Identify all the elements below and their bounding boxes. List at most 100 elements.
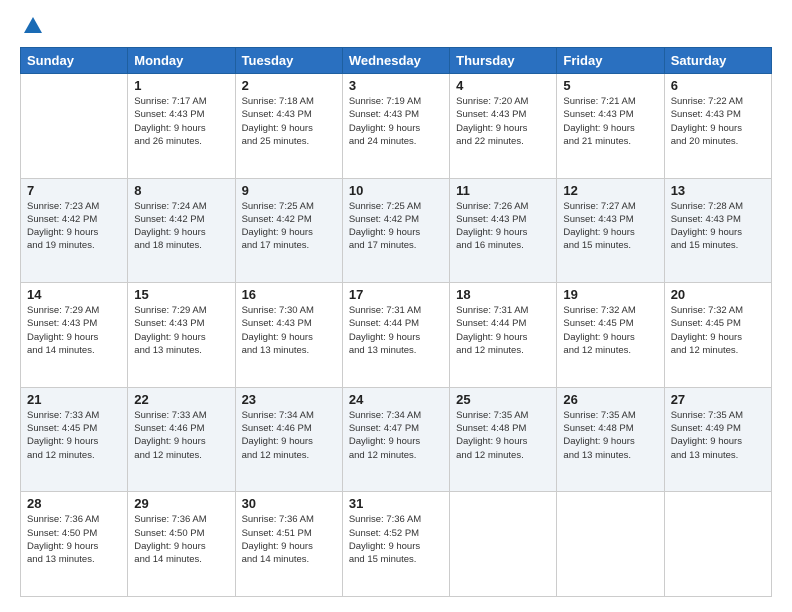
calendar-cell: 28 Sunrise: 7:36 AM Sunset: 4:50 PM Dayli… — [21, 492, 128, 597]
day-info: Sunrise: 7:35 AM Sunset: 4:48 PM Dayligh… — [563, 409, 657, 462]
day-number: 13 — [671, 183, 765, 198]
day-info: Sunrise: 7:28 AM Sunset: 4:43 PM Dayligh… — [671, 200, 765, 253]
day-number: 23 — [242, 392, 336, 407]
calendar-cell: 5 Sunrise: 7:21 AM Sunset: 4:43 PM Daylig… — [557, 74, 664, 179]
day-info: Sunrise: 7:36 AM Sunset: 4:51 PM Dayligh… — [242, 513, 336, 566]
calendar-week-2: 7 Sunrise: 7:23 AM Sunset: 4:42 PM Daylig… — [21, 178, 772, 283]
day-number: 10 — [349, 183, 443, 198]
calendar-cell — [21, 74, 128, 179]
day-info: Sunrise: 7:18 AM Sunset: 4:43 PM Dayligh… — [242, 95, 336, 148]
day-info: Sunrise: 7:29 AM Sunset: 4:43 PM Dayligh… — [27, 304, 121, 357]
calendar-cell: 15 Sunrise: 7:29 AM Sunset: 4:43 PM Dayli… — [128, 283, 235, 388]
calendar-cell: 11 Sunrise: 7:26 AM Sunset: 4:43 PM Dayli… — [450, 178, 557, 283]
day-number: 7 — [27, 183, 121, 198]
column-header-tuesday: Tuesday — [235, 48, 342, 74]
day-number: 19 — [563, 287, 657, 302]
calendar-cell: 24Sunrise: 7:34 AM Sunset: 4:47 PM Dayli… — [342, 387, 449, 492]
column-header-thursday: Thursday — [450, 48, 557, 74]
day-number: 20 — [671, 287, 765, 302]
calendar-cell — [557, 492, 664, 597]
calendar-cell: 29 Sunrise: 7:36 AM Sunset: 4:50 PM Dayli… — [128, 492, 235, 597]
day-info: Sunrise: 7:31 AM Sunset: 4:44 PM Dayligh… — [349, 304, 443, 357]
calendar-cell: 18 Sunrise: 7:31 AM Sunset: 4:44 PM Dayli… — [450, 283, 557, 388]
calendar-cell: 12 Sunrise: 7:27 AM Sunset: 4:43 PM Dayli… — [557, 178, 664, 283]
calendar-cell: 30 Sunrise: 7:36 AM Sunset: 4:51 PM Dayli… — [235, 492, 342, 597]
calendar-cell: 22 Sunrise: 7:33 AM Sunset: 4:46 PM Dayli… — [128, 387, 235, 492]
day-number: 30 — [242, 496, 336, 511]
day-number: 28 — [27, 496, 121, 511]
day-info: Sunrise: 7:23 AM Sunset: 4:42 PM Dayligh… — [27, 200, 121, 253]
day-number: 29 — [134, 496, 228, 511]
calendar-cell: 9Sunrise: 7:25 AM Sunset: 4:42 PM Daylig… — [235, 178, 342, 283]
day-number: 5 — [563, 78, 657, 93]
day-info: Sunrise: 7:36 AM Sunset: 4:50 PM Dayligh… — [27, 513, 121, 566]
day-number: 1 — [134, 78, 228, 93]
day-info: Sunrise: 7:21 AM Sunset: 4:43 PM Dayligh… — [563, 95, 657, 148]
calendar-cell: 1 Sunrise: 7:17 AM Sunset: 4:43 PM Daylig… — [128, 74, 235, 179]
day-number: 4 — [456, 78, 550, 93]
day-info: Sunrise: 7:22 AM Sunset: 4:43 PM Dayligh… — [671, 95, 765, 148]
day-number: 11 — [456, 183, 550, 198]
day-number: 21 — [27, 392, 121, 407]
calendar-cell: 21 Sunrise: 7:33 AM Sunset: 4:45 PM Dayli… — [21, 387, 128, 492]
logo-icon — [22, 15, 44, 37]
day-number: 17 — [349, 287, 443, 302]
day-info: Sunrise: 7:35 AM Sunset: 4:48 PM Dayligh… — [456, 409, 550, 462]
calendar-cell: 25Sunrise: 7:35 AM Sunset: 4:48 PM Dayli… — [450, 387, 557, 492]
calendar-cell: 6Sunrise: 7:22 AM Sunset: 4:43 PM Daylig… — [664, 74, 771, 179]
day-info: Sunrise: 7:34 AM Sunset: 4:47 PM Dayligh… — [349, 409, 443, 462]
column-header-saturday: Saturday — [664, 48, 771, 74]
column-header-wednesday: Wednesday — [342, 48, 449, 74]
calendar-cell: 13 Sunrise: 7:28 AM Sunset: 4:43 PM Dayli… — [664, 178, 771, 283]
column-header-friday: Friday — [557, 48, 664, 74]
day-info: Sunrise: 7:17 AM Sunset: 4:43 PM Dayligh… — [134, 95, 228, 148]
day-number: 2 — [242, 78, 336, 93]
day-info: Sunrise: 7:36 AM Sunset: 4:50 PM Dayligh… — [134, 513, 228, 566]
day-info: Sunrise: 7:26 AM Sunset: 4:43 PM Dayligh… — [456, 200, 550, 253]
day-number: 8 — [134, 183, 228, 198]
logo — [20, 15, 44, 37]
calendar-cell: 7 Sunrise: 7:23 AM Sunset: 4:42 PM Daylig… — [21, 178, 128, 283]
day-number: 15 — [134, 287, 228, 302]
day-number: 31 — [349, 496, 443, 511]
calendar-week-3: 14 Sunrise: 7:29 AM Sunset: 4:43 PM Dayli… — [21, 283, 772, 388]
calendar-cell: 16 Sunrise: 7:30 AM Sunset: 4:43 PM Dayli… — [235, 283, 342, 388]
calendar-week-4: 21 Sunrise: 7:33 AM Sunset: 4:45 PM Dayli… — [21, 387, 772, 492]
day-info: Sunrise: 7:33 AM Sunset: 4:46 PM Dayligh… — [134, 409, 228, 462]
calendar-cell: 2 Sunrise: 7:18 AM Sunset: 4:43 PM Daylig… — [235, 74, 342, 179]
day-info: Sunrise: 7:30 AM Sunset: 4:43 PM Dayligh… — [242, 304, 336, 357]
calendar-cell: 23 Sunrise: 7:34 AM Sunset: 4:46 PM Dayli… — [235, 387, 342, 492]
calendar-cell: 19 Sunrise: 7:32 AM Sunset: 4:45 PM Dayli… — [557, 283, 664, 388]
column-header-monday: Monday — [128, 48, 235, 74]
page: SundayMondayTuesdayWednesdayThursdayFrid… — [0, 0, 792, 612]
calendar-table: SundayMondayTuesdayWednesdayThursdayFrid… — [20, 47, 772, 597]
day-info: Sunrise: 7:20 AM Sunset: 4:43 PM Dayligh… — [456, 95, 550, 148]
day-info: Sunrise: 7:31 AM Sunset: 4:44 PM Dayligh… — [456, 304, 550, 357]
day-number: 12 — [563, 183, 657, 198]
day-info: Sunrise: 7:33 AM Sunset: 4:45 PM Dayligh… — [27, 409, 121, 462]
day-number: 18 — [456, 287, 550, 302]
day-number: 9 — [242, 183, 336, 198]
header — [20, 15, 772, 37]
day-number: 16 — [242, 287, 336, 302]
calendar-cell: 31Sunrise: 7:36 AM Sunset: 4:52 PM Dayli… — [342, 492, 449, 597]
day-info: Sunrise: 7:35 AM Sunset: 4:49 PM Dayligh… — [671, 409, 765, 462]
day-info: Sunrise: 7:32 AM Sunset: 4:45 PM Dayligh… — [671, 304, 765, 357]
day-info: Sunrise: 7:19 AM Sunset: 4:43 PM Dayligh… — [349, 95, 443, 148]
calendar-week-1: 1 Sunrise: 7:17 AM Sunset: 4:43 PM Daylig… — [21, 74, 772, 179]
day-number: 22 — [134, 392, 228, 407]
day-info: Sunrise: 7:25 AM Sunset: 4:42 PM Dayligh… — [349, 200, 443, 253]
day-number: 14 — [27, 287, 121, 302]
day-info: Sunrise: 7:27 AM Sunset: 4:43 PM Dayligh… — [563, 200, 657, 253]
day-info: Sunrise: 7:29 AM Sunset: 4:43 PM Dayligh… — [134, 304, 228, 357]
calendar-cell: 3Sunrise: 7:19 AM Sunset: 4:43 PM Daylig… — [342, 74, 449, 179]
calendar-cell: 14 Sunrise: 7:29 AM Sunset: 4:43 PM Dayli… — [21, 283, 128, 388]
column-header-sunday: Sunday — [21, 48, 128, 74]
day-info: Sunrise: 7:34 AM Sunset: 4:46 PM Dayligh… — [242, 409, 336, 462]
day-number: 26 — [563, 392, 657, 407]
calendar-week-5: 28 Sunrise: 7:36 AM Sunset: 4:50 PM Dayli… — [21, 492, 772, 597]
day-info: Sunrise: 7:32 AM Sunset: 4:45 PM Dayligh… — [563, 304, 657, 357]
day-number: 27 — [671, 392, 765, 407]
calendar-cell: 20 Sunrise: 7:32 AM Sunset: 4:45 PM Dayli… — [664, 283, 771, 388]
calendar-cell — [664, 492, 771, 597]
